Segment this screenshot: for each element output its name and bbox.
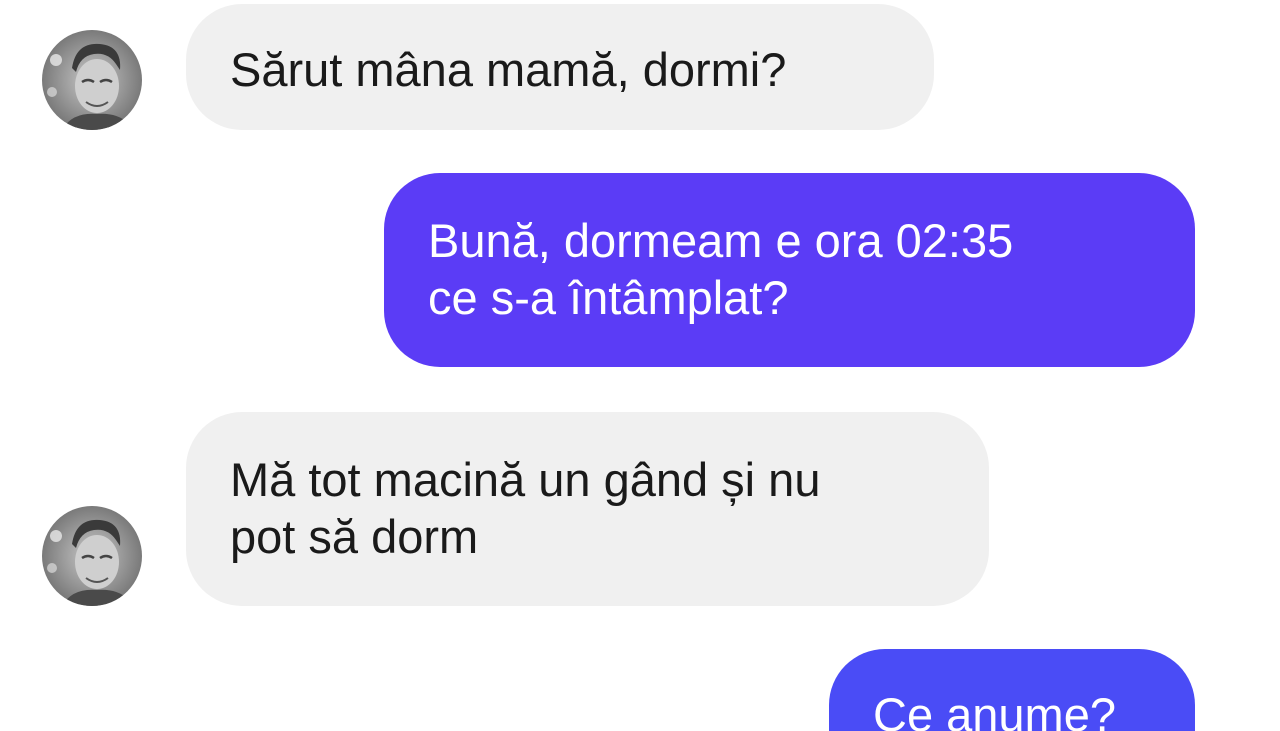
incoming-message[interactable]: Mă tot macină un gând și nu pot să dorm <box>186 412 989 606</box>
incoming-message[interactable]: Sărut mâna mamă, dormi? <box>186 4 934 130</box>
message-text: Sărut mâna mamă, dormi? <box>230 43 787 96</box>
chat-thread: Sărut mâna mamă, dormi? Bună, dormeam e … <box>0 0 1280 731</box>
message-text-line-2: ce s-a întâmplat? <box>428 271 789 324</box>
avatar-photo-icon <box>42 506 142 606</box>
message-text-line-1: Bună, dormeam e ora 02:35 <box>428 214 1014 267</box>
message-text: Ce anume? <box>873 688 1116 731</box>
message-text-line-2: pot să dorm <box>230 510 479 563</box>
contact-avatar[interactable] <box>42 506 142 606</box>
message-text-line-1: Mă tot macină un gând și nu <box>230 453 821 506</box>
outgoing-message[interactable]: Bună, dormeam e ora 02:35 ce s-a întâmpl… <box>384 173 1195 367</box>
contact-avatar[interactable] <box>42 30 142 130</box>
avatar-photo-icon <box>42 30 142 130</box>
outgoing-message[interactable]: Ce anume? <box>829 649 1195 731</box>
